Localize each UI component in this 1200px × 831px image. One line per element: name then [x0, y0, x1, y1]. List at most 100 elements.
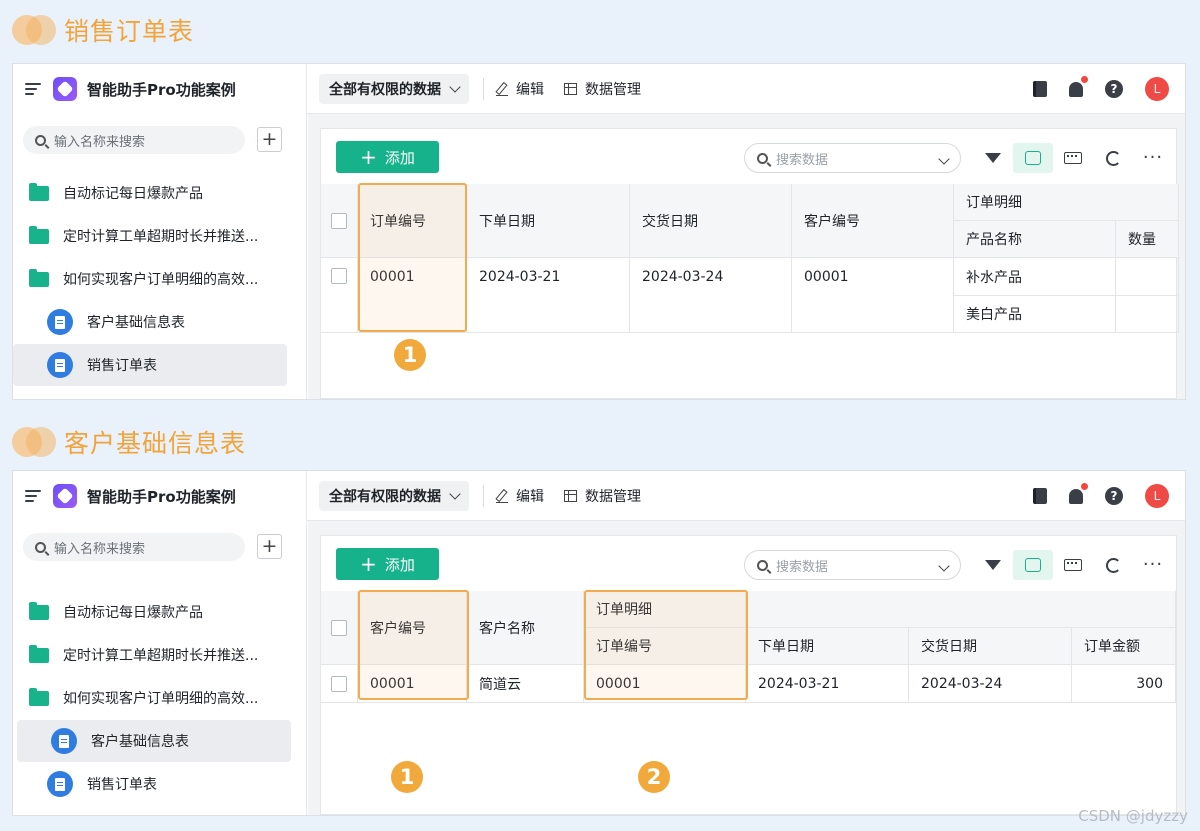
- menu-icon[interactable]: [25, 490, 41, 502]
- select-all-checkbox[interactable]: [331, 619, 347, 636]
- nav-item-folder-3[interactable]: 如何实现客户订单明细的高效...: [13, 258, 307, 300]
- add-button[interactable]: + 添加: [336, 141, 439, 173]
- avatar[interactable]: L: [1145, 77, 1169, 101]
- nav-item-customer-info[interactable]: 客户基础信息表: [17, 720, 291, 762]
- book-icon[interactable]: [1033, 488, 1047, 504]
- form-icon: [47, 309, 73, 335]
- highlight-box-2: [584, 590, 748, 700]
- avatar[interactable]: L: [1145, 484, 1169, 508]
- table-cell[interactable]: 2024-03-21: [746, 665, 909, 703]
- nav-item-label: 客户基础信息表: [91, 734, 189, 750]
- header-order-amount[interactable]: 订单金额: [1072, 628, 1176, 665]
- chevron-down-icon: [449, 80, 461, 93]
- book-icon[interactable]: [1033, 81, 1047, 97]
- app-name: 智能助手Pro功能案例: [87, 487, 236, 506]
- table-cell[interactable]: 2024-03-24: [909, 665, 1072, 703]
- edit-button[interactable]: 编辑: [496, 486, 544, 506]
- add-label: 添加: [384, 555, 415, 574]
- nav-item-folder-1[interactable]: 自动标记每日爆款产品: [13, 172, 307, 214]
- help-icon[interactable]: ?: [1105, 80, 1123, 98]
- filter-button[interactable]: [973, 143, 1013, 173]
- header-quantity[interactable]: 数量: [1116, 221, 1179, 258]
- nav-item-folder-3[interactable]: 如何实现客户订单明细的高效...: [13, 677, 307, 719]
- data-manage-button[interactable]: 数据管理: [564, 79, 641, 99]
- header-order-date[interactable]: 下单日期: [746, 628, 909, 665]
- dropdown-label: 全部有权限的数据: [329, 81, 441, 98]
- keyboard-button[interactable]: [1053, 550, 1093, 580]
- select-all-cell: [321, 591, 358, 665]
- header-delivery-date[interactable]: 交货日期: [909, 628, 1072, 665]
- sidebar-search-input[interactable]: 输入名称来搜索: [23, 126, 245, 154]
- table-cell[interactable]: 300: [1072, 665, 1176, 703]
- folder-open-icon: [29, 268, 49, 287]
- topbar-actions: ? L: [1033, 471, 1169, 521]
- table-cell[interactable]: 2024-03-24: [630, 258, 792, 333]
- table-cell[interactable]: 2024-03-21: [467, 258, 630, 333]
- search-placeholder: 搜索数据: [776, 559, 829, 575]
- decor-dots-icon: [12, 15, 56, 45]
- bell-icon[interactable]: [1069, 482, 1088, 504]
- nav-item-folder-2[interactable]: 定时计算工单超期时长并推送...: [13, 634, 307, 676]
- chevron-down-icon: [938, 560, 950, 572]
- header-group-order-detail[interactable]: 订单明细: [954, 184, 1179, 221]
- nav-item-customer-info[interactable]: 客户基础信息表: [13, 301, 307, 343]
- data-manage-button[interactable]: 数据管理: [564, 486, 641, 506]
- table-cell[interactable]: 简道云: [467, 665, 584, 703]
- nav-item-label: 销售订单表: [87, 358, 157, 374]
- nav-item-label: 自动标记每日爆款产品: [63, 605, 203, 621]
- card-view-icon: [1025, 558, 1041, 572]
- help-icon[interactable]: ?: [1105, 487, 1123, 505]
- row-checkbox[interactable]: [331, 268, 347, 284]
- nav-item-label: 客户基础信息表: [87, 315, 185, 331]
- menu-icon[interactable]: [25, 83, 41, 95]
- table-icon: [564, 489, 577, 502]
- filter-button[interactable]: [973, 550, 1013, 580]
- sidebar-search-input[interactable]: 输入名称来搜索: [23, 533, 245, 561]
- card-view-button[interactable]: [1013, 143, 1053, 173]
- edit-icon: [496, 489, 508, 503]
- header-delivery-date[interactable]: 交货日期: [630, 184, 792, 258]
- filter-icon: [985, 560, 1001, 570]
- search-input[interactable]: 搜索数据: [744, 550, 961, 580]
- edit-label: 编辑: [516, 488, 544, 505]
- more-button[interactable]: ···: [1133, 143, 1173, 173]
- header-product-name[interactable]: 产品名称: [954, 221, 1116, 258]
- topbar-actions: ? L: [1033, 64, 1169, 114]
- add-item-button[interactable]: +: [257, 534, 282, 559]
- refresh-button[interactable]: [1093, 143, 1133, 173]
- table-cell[interactable]: 美白产品: [954, 296, 1116, 333]
- nav-item-sales-order[interactable]: 销售订单表: [13, 763, 307, 805]
- select-all-checkbox[interactable]: [331, 212, 347, 229]
- table-cell[interactable]: [1116, 296, 1179, 333]
- table-cell[interactable]: [1116, 258, 1179, 296]
- nav-item-folder-1[interactable]: 自动标记每日爆款产品: [13, 591, 307, 633]
- table-cell[interactable]: 00001: [792, 258, 954, 333]
- refresh-icon: [1105, 150, 1121, 166]
- add-item-button[interactable]: +: [257, 127, 282, 152]
- refresh-button[interactable]: [1093, 550, 1133, 580]
- app-window-customer-info: 智能助手Pro功能案例 输入名称来搜索 + 自动标记每日爆款产品 定时计算工单超…: [12, 470, 1186, 816]
- form-icon: [47, 352, 73, 378]
- nav-item-folder-2[interactable]: 定时计算工单超期时长并推送...: [13, 215, 307, 257]
- table-cell[interactable]: 补水产品: [954, 258, 1116, 296]
- select-all-cell: [321, 184, 358, 258]
- folder-icon: [29, 644, 49, 663]
- bell-icon[interactable]: [1069, 75, 1088, 97]
- keyboard-button[interactable]: [1053, 143, 1093, 173]
- card-view-button[interactable]: [1013, 550, 1053, 580]
- row-checkbox[interactable]: [331, 675, 347, 692]
- data-scope-dropdown[interactable]: 全部有权限的数据: [319, 73, 469, 104]
- edit-button[interactable]: 编辑: [496, 79, 544, 99]
- search-input[interactable]: 搜索数据: [744, 143, 961, 173]
- header-customer-name[interactable]: 客户名称: [467, 591, 584, 665]
- sidebar-header: 智能助手Pro功能案例: [13, 64, 306, 114]
- content-area: + 添加 搜索数据 ··· 客户编号 客户名称 订单明细 订单编号 下单日期 交货…: [308, 521, 1185, 815]
- header-customer-no[interactable]: 客户编号: [792, 184, 954, 258]
- more-icon: ···: [1142, 147, 1164, 168]
- search-icon: [35, 541, 46, 553]
- nav-item-sales-order[interactable]: 销售订单表: [13, 344, 287, 386]
- more-button[interactable]: ···: [1133, 550, 1173, 580]
- data-scope-dropdown[interactable]: 全部有权限的数据: [319, 480, 469, 511]
- add-button[interactable]: + 添加: [336, 548, 439, 580]
- header-order-date[interactable]: 下单日期: [467, 184, 630, 258]
